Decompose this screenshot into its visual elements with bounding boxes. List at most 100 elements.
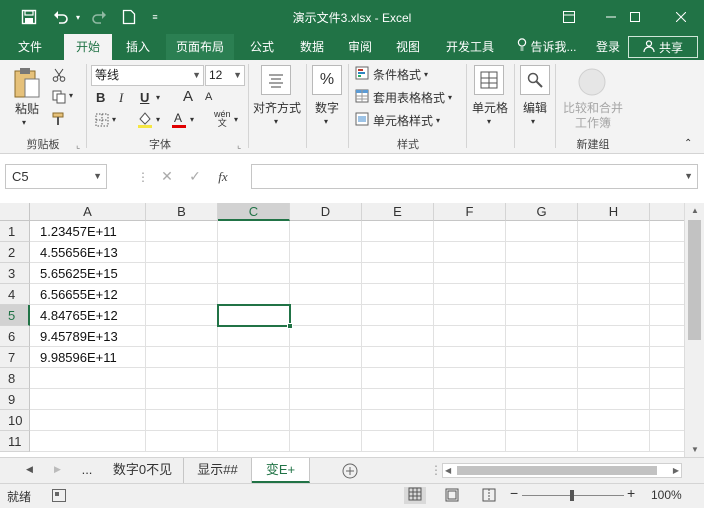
- prev-sheet-icon[interactable]: ◀: [26, 464, 33, 475]
- scroll-right-icon[interactable]: ▶: [673, 466, 679, 475]
- sheet-tab[interactable]: 数字0不见: [102, 458, 184, 483]
- cell-E7[interactable]: [362, 347, 434, 368]
- cell-E11[interactable]: [362, 431, 434, 452]
- cell-G10[interactable]: [506, 410, 578, 431]
- collapse-ribbon-icon[interactable]: ⌃: [684, 138, 692, 149]
- cell-C10[interactable]: [218, 410, 290, 431]
- cell-A10[interactable]: [30, 410, 146, 431]
- row-header[interactable]: 4: [0, 284, 30, 305]
- cell-empty[interactable]: [650, 410, 684, 431]
- expand-formula-bar-icon[interactable]: ▼: [684, 171, 693, 181]
- horizontal-scroll-thumb[interactable]: [457, 466, 657, 475]
- clipboard-launcher-icon[interactable]: ⌞: [76, 140, 80, 151]
- fill-color-icon[interactable]: [136, 110, 154, 128]
- cell-F9[interactable]: [434, 389, 506, 410]
- tell-me-search[interactable]: 告诉我...: [512, 34, 582, 60]
- percent-icon[interactable]: %: [312, 65, 342, 95]
- find-icon[interactable]: [520, 65, 550, 95]
- paste-icon[interactable]: [12, 66, 42, 102]
- cell-B4[interactable]: [146, 284, 218, 305]
- row-header[interactable]: 3: [0, 263, 30, 284]
- cell-A6[interactable]: 9.45789E+13: [30, 326, 146, 347]
- phonetic-guide-button[interactable]: wén 文: [214, 110, 231, 128]
- cell-F3[interactable]: [434, 263, 506, 284]
- phonetic-dropdown-icon[interactable]: ▾: [234, 115, 238, 124]
- cell-E6[interactable]: [362, 326, 434, 347]
- cell-D2[interactable]: [290, 242, 362, 263]
- font-color-dropdown-icon[interactable]: ▾: [190, 115, 194, 124]
- cell-C2[interactable]: [218, 242, 290, 263]
- cell-B2[interactable]: [146, 242, 218, 263]
- cell-C7[interactable]: [218, 347, 290, 368]
- font-launcher-icon[interactable]: ⌞: [237, 140, 241, 151]
- cell-H9[interactable]: [578, 389, 650, 410]
- cell-A1[interactable]: 1.23457E+11: [30, 221, 146, 242]
- more-sheets-button[interactable]: ...: [74, 458, 100, 483]
- font-size-combo[interactable]: 12 ▼: [205, 65, 245, 86]
- cell-G8[interactable]: [506, 368, 578, 389]
- cell-G5[interactable]: [506, 305, 578, 326]
- cell-empty[interactable]: [650, 305, 684, 326]
- macro-record-icon[interactable]: [52, 489, 66, 505]
- increase-font-button[interactable]: A: [183, 88, 193, 105]
- cell-E8[interactable]: [362, 368, 434, 389]
- cell-E5[interactable]: [362, 305, 434, 326]
- alignment-icon[interactable]: [261, 65, 291, 95]
- cell-G11[interactable]: [506, 431, 578, 452]
- cell-F7[interactable]: [434, 347, 506, 368]
- cell-empty[interactable]: [650, 431, 684, 452]
- borders-icon[interactable]: [94, 112, 110, 128]
- cell-empty[interactable]: [650, 284, 684, 305]
- column-header[interactable]: D: [290, 203, 362, 221]
- cell-H5[interactable]: [578, 305, 650, 326]
- cell-B5[interactable]: [146, 305, 218, 326]
- enter-icon[interactable]: ✓: [181, 168, 209, 185]
- cell-E9[interactable]: [362, 389, 434, 410]
- row-header[interactable]: 11: [0, 431, 30, 452]
- page-break-view-icon[interactable]: [482, 488, 496, 505]
- sheet-tab-active[interactable]: 变E+: [252, 458, 310, 483]
- cells-button[interactable]: 单元格: [468, 99, 512, 116]
- cell-F6[interactable]: [434, 326, 506, 347]
- cell-H11[interactable]: [578, 431, 650, 452]
- cell-B8[interactable]: [146, 368, 218, 389]
- sign-in-link[interactable]: 登录: [588, 34, 628, 60]
- cell-empty[interactable]: [650, 347, 684, 368]
- sheet-tab[interactable]: 显示##: [184, 458, 252, 483]
- font-color-icon[interactable]: A: [170, 110, 188, 128]
- cell-F5[interactable]: [434, 305, 506, 326]
- name-box[interactable]: C5 ▼: [5, 164, 107, 189]
- cell-C11[interactable]: [218, 431, 290, 452]
- row-header[interactable]: 7: [0, 347, 30, 368]
- tab-insert[interactable]: 插入: [116, 34, 160, 60]
- cell-H10[interactable]: [578, 410, 650, 431]
- cell-H7[interactable]: [578, 347, 650, 368]
- column-header[interactable]: H: [578, 203, 650, 221]
- cell-A5[interactable]: 4.84765E+12: [30, 305, 146, 326]
- cell-A7[interactable]: 9.98596E+11: [30, 347, 146, 368]
- cell-C6[interactable]: [218, 326, 290, 347]
- split-handle-icon[interactable]: ⋮: [430, 463, 442, 477]
- cell-E10[interactable]: [362, 410, 434, 431]
- cell-C8[interactable]: [218, 368, 290, 389]
- tab-review[interactable]: 审阅: [338, 34, 382, 60]
- cell-A8[interactable]: [30, 368, 146, 389]
- column-header[interactable]: A: [30, 203, 146, 221]
- cell-F2[interactable]: [434, 242, 506, 263]
- cell-H4[interactable]: [578, 284, 650, 305]
- cell-empty[interactable]: [650, 221, 684, 242]
- zoom-in-icon[interactable]: +: [627, 485, 635, 501]
- cells-icon[interactable]: [474, 65, 504, 95]
- cell-empty[interactable]: [650, 389, 684, 410]
- cell-D3[interactable]: [290, 263, 362, 284]
- copy-dropdown-icon[interactable]: ▾: [69, 91, 73, 100]
- cell-C4[interactable]: [218, 284, 290, 305]
- cell-H1[interactable]: [578, 221, 650, 242]
- cell-D6[interactable]: [290, 326, 362, 347]
- tab-formulas[interactable]: 公式: [240, 34, 284, 60]
- cell-F1[interactable]: [434, 221, 506, 242]
- cell-empty[interactable]: [650, 242, 684, 263]
- tab-home[interactable]: 开始: [64, 34, 112, 60]
- cell-B11[interactable]: [146, 431, 218, 452]
- cell-D8[interactable]: [290, 368, 362, 389]
